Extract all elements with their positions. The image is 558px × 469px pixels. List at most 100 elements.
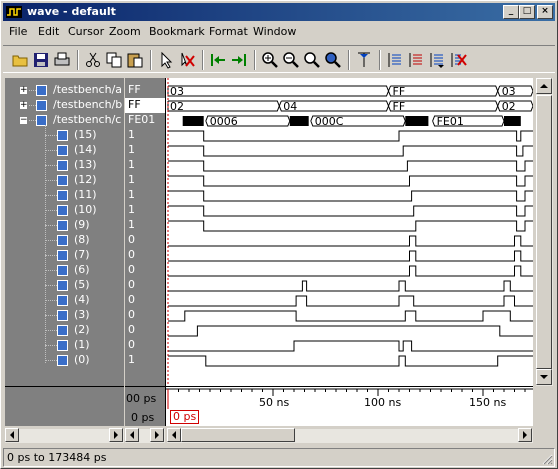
name-pane-hscrollbar[interactable] bbox=[5, 428, 124, 443]
signal-value-row[interactable]: FF bbox=[125, 83, 165, 98]
save-icon[interactable] bbox=[32, 51, 50, 69]
expand-icon[interactable]: + bbox=[19, 86, 28, 95]
value-scroll-left-button[interactable] bbox=[125, 428, 139, 442]
clear-bookmarks-icon[interactable] bbox=[449, 51, 467, 69]
scroll-up-button[interactable] bbox=[536, 78, 552, 94]
bit-waveform[interactable] bbox=[168, 175, 533, 187]
paste-icon[interactable] bbox=[126, 51, 144, 69]
signal-value-row[interactable]: 1 bbox=[125, 203, 165, 218]
vertical-scrollbar[interactable] bbox=[536, 78, 553, 386]
wave-scroll-left-button[interactable] bbox=[167, 428, 181, 442]
expand-icon[interactable]: + bbox=[19, 101, 28, 110]
bit-row[interactable]: (5) bbox=[5, 278, 124, 293]
collapse-icon[interactable]: − bbox=[19, 116, 28, 125]
signal-value-pane[interactable]: FF FF FE01 1 1 1 1 1 1 1 0 0 0 0 0 0 0 0 1 bbox=[125, 78, 165, 386]
signal-value-row[interactable]: 0 bbox=[125, 308, 165, 323]
close-button[interactable]: × bbox=[537, 5, 553, 19]
signal-row[interactable]: − /testbench/c bbox=[5, 113, 124, 128]
signal-value-row[interactable]: 1 bbox=[125, 158, 165, 173]
signal-row[interactable]: + /testbench/b bbox=[5, 98, 124, 113]
waveform-canvas[interactable]: 03 FF 03 02 04 FF 02 0006 000C FE01 bbox=[166, 78, 534, 386]
resize-grip-icon[interactable] bbox=[541, 453, 553, 465]
menu-window[interactable]: Window bbox=[253, 25, 296, 38]
bit-waveform[interactable] bbox=[168, 220, 533, 232]
signal-value-row[interactable]: 1 bbox=[125, 218, 165, 233]
signal-value-row[interactable]: 1 bbox=[125, 188, 165, 203]
menu-file[interactable]: File bbox=[9, 25, 27, 38]
bit-waveform[interactable] bbox=[168, 235, 533, 247]
vertical-scroll-thumb[interactable] bbox=[536, 95, 552, 369]
maximize-button[interactable]: □ bbox=[519, 5, 535, 19]
cut-icon[interactable] bbox=[84, 51, 102, 69]
value-scroll-right-button[interactable] bbox=[150, 428, 164, 442]
bit-row[interactable]: (11) bbox=[5, 188, 124, 203]
bit-row[interactable]: (4) bbox=[5, 293, 124, 308]
bit-row[interactable]: (9) bbox=[5, 218, 124, 233]
bit-waveform[interactable] bbox=[168, 340, 533, 352]
bit-row[interactable]: (12) bbox=[5, 173, 124, 188]
signal-row[interactable]: + /testbench/a bbox=[5, 83, 124, 98]
signal-name-pane[interactable]: + /testbench/a + /testbench/b − /testbench/c (… bbox=[5, 78, 124, 386]
delete-icon[interactable] bbox=[178, 51, 196, 69]
signal-value-row[interactable]: FE01 bbox=[125, 113, 165, 128]
minimize-button[interactable]: _ bbox=[503, 5, 519, 19]
bit-row[interactable]: (1) bbox=[5, 338, 124, 353]
insert-marker-icon[interactable] bbox=[355, 51, 373, 69]
wave-pane-hscrollbar[interactable] bbox=[167, 428, 533, 443]
find-edge-icon[interactable] bbox=[428, 51, 446, 69]
signal-value-row[interactable]: 0 bbox=[125, 293, 165, 308]
signal-value-row[interactable]: 0 bbox=[125, 263, 165, 278]
zoom-full-icon[interactable] bbox=[324, 51, 342, 69]
bit-waveform[interactable] bbox=[168, 295, 533, 307]
signal-value-row[interactable]: 1 bbox=[125, 173, 165, 188]
copy-icon[interactable] bbox=[105, 51, 123, 69]
time-ruler[interactable]: 0 ps 50 ns 100 ns 150 ns bbox=[165, 386, 533, 426]
bus-waveform-a[interactable]: 03 FF 03 bbox=[167, 85, 534, 98]
signal-value-row[interactable]: 1 bbox=[125, 353, 165, 368]
waveform-pane[interactable]: 03 FF 03 02 04 FF 02 0006 000C FE01 bbox=[165, 78, 534, 386]
bit-row[interactable]: (7) bbox=[5, 248, 124, 263]
bit-row[interactable]: (2) bbox=[5, 323, 124, 338]
bit-waveform[interactable] bbox=[168, 145, 533, 157]
scroll-down-button[interactable] bbox=[536, 369, 552, 385]
bit-row[interactable]: (0) bbox=[5, 353, 124, 368]
bit-row[interactable]: (13) bbox=[5, 158, 124, 173]
menu-cursor[interactable]: Cursor bbox=[68, 25, 104, 38]
open-folder-icon[interactable] bbox=[11, 51, 29, 69]
bit-waveform[interactable] bbox=[168, 325, 533, 337]
bit-waveform[interactable] bbox=[168, 190, 533, 202]
bit-waveform[interactable] bbox=[168, 130, 533, 142]
title-bar[interactable]: wave - default _ □ × bbox=[3, 3, 555, 21]
bit-waveform[interactable] bbox=[168, 280, 533, 292]
menu-edit[interactable]: Edit bbox=[38, 25, 59, 38]
bit-row[interactable]: (8) bbox=[5, 233, 124, 248]
bus-waveform-c[interactable]: 0006 000C FE01 bbox=[182, 115, 521, 128]
scroll-left-button[interactable] bbox=[5, 428, 19, 442]
bit-row[interactable]: (14) bbox=[5, 143, 124, 158]
bit-row[interactable]: (15) bbox=[5, 128, 124, 143]
bit-waveform[interactable] bbox=[168, 250, 533, 262]
signal-value-row[interactable]: 0 bbox=[125, 278, 165, 293]
bit-waveform[interactable] bbox=[168, 265, 533, 277]
zoom-in-icon[interactable] bbox=[261, 51, 279, 69]
wave-hscroll-thumb[interactable] bbox=[181, 428, 295, 442]
bit-row[interactable]: (6) bbox=[5, 263, 124, 278]
menu-zoom[interactable]: Zoom bbox=[109, 25, 141, 38]
scroll-right-button[interactable] bbox=[109, 428, 123, 442]
bit-waveform[interactable] bbox=[168, 160, 533, 172]
cursor-right-icon[interactable] bbox=[230, 51, 248, 69]
signal-value-row[interactable]: FF bbox=[125, 98, 165, 113]
bit-row[interactable]: (10) bbox=[5, 203, 124, 218]
bus-waveform-b[interactable]: 02 04 FF 02 bbox=[167, 100, 534, 113]
print-icon[interactable] bbox=[53, 51, 71, 69]
wave-scroll-right-button[interactable] bbox=[518, 428, 532, 442]
find-next-edge-icon[interactable] bbox=[407, 51, 425, 69]
zoom-fit-icon[interactable] bbox=[303, 51, 321, 69]
signal-value-row[interactable]: 1 bbox=[125, 128, 165, 143]
bit-waveform[interactable] bbox=[168, 310, 533, 322]
cursor-left-icon[interactable] bbox=[209, 51, 227, 69]
signal-value-row[interactable]: 1 bbox=[125, 143, 165, 158]
select-pointer-icon[interactable] bbox=[157, 51, 175, 69]
bit-waveform[interactable] bbox=[168, 355, 533, 367]
bit-waveform[interactable] bbox=[168, 205, 533, 217]
